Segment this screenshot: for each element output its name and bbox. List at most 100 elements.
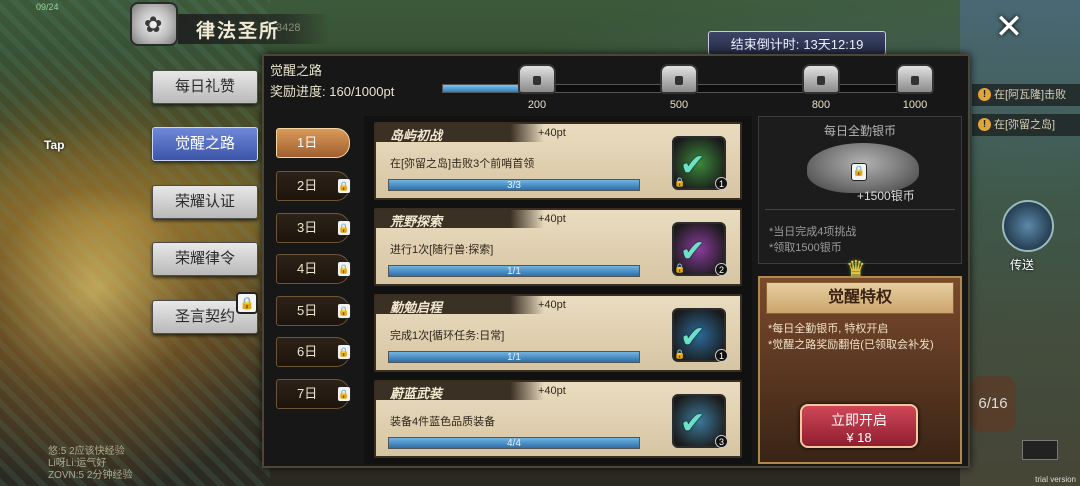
milestone-label: 500 bbox=[669, 99, 689, 111]
reward-count: 3 bbox=[715, 435, 728, 448]
task-progress-bar: 3/3 bbox=[388, 179, 640, 191]
teleport-icon[interactable] bbox=[1002, 200, 1054, 252]
day-tab-1[interactable]: 1日 bbox=[276, 128, 350, 158]
task-points: +40pt bbox=[538, 299, 566, 311]
page-title: 律法圣所 bbox=[196, 21, 281, 42]
lock-icon: 🔒 bbox=[337, 178, 351, 194]
task-description: 装备4件蓝色品质装备 bbox=[390, 416, 496, 428]
countdown-timer: 结束倒计时: 13天12:19 bbox=[708, 31, 886, 55]
task-title: 勤勉启程 bbox=[390, 300, 443, 315]
day-label: 2日 bbox=[297, 178, 318, 193]
chat-line: 悠:5 2应该快经验 bbox=[48, 446, 125, 457]
section-title: 觉醒之路 bbox=[270, 63, 323, 78]
lock-icon: 🔒 bbox=[337, 261, 351, 277]
tap-logo: Tap bbox=[44, 138, 65, 152]
reward-count: 2 bbox=[715, 263, 728, 276]
task-progress-text: 1/1 bbox=[507, 352, 521, 363]
page-counter[interactable]: 6/16 bbox=[970, 376, 1016, 432]
day-label: 5日 bbox=[297, 303, 318, 318]
day-label: 1日 bbox=[297, 135, 318, 150]
task-points: +40pt bbox=[538, 213, 566, 225]
day-tab-7[interactable]: 7日 🔒 bbox=[276, 379, 351, 409]
lock-icon: 🔒 bbox=[674, 349, 686, 359]
lock-icon: 🔒 bbox=[851, 163, 867, 181]
milestone-label: 1000 bbox=[902, 99, 928, 111]
reward-count: 1 bbox=[715, 177, 728, 190]
task-title: 岛屿初战 bbox=[390, 128, 443, 143]
day-tab-5[interactable]: 5日 🔒 bbox=[276, 296, 351, 326]
task-title: 蔚蓝武装 bbox=[390, 386, 443, 401]
silver-chest-icon[interactable] bbox=[802, 64, 840, 94]
activate-now-button[interactable]: 立即开启 ¥ 18 bbox=[800, 404, 918, 448]
chat-line: ZOVN:5 2分钟经验 bbox=[48, 470, 133, 481]
silver-chest-icon[interactable] bbox=[660, 64, 698, 94]
silver-chest-icon[interactable] bbox=[896, 64, 934, 94]
teleport-label: 传送 bbox=[1010, 258, 1035, 272]
task-description: 完成1次[循环任务:日常] bbox=[390, 330, 505, 342]
task-card[interactable]: 荒野探索 +40pt 进行1次[随行兽:探索] 1/1 ✔ 🔒 2 bbox=[374, 208, 742, 286]
task-points: +40pt bbox=[538, 127, 566, 139]
reward-amount: +1500银币 bbox=[857, 189, 915, 203]
crown-icon: ♛ bbox=[846, 256, 866, 281]
checkmark-icon: ✔ bbox=[680, 407, 706, 440]
task-progress-text: 1/1 bbox=[507, 266, 521, 277]
button-label: 立即开启 bbox=[831, 412, 887, 428]
background-number: 3428 bbox=[276, 22, 301, 34]
task-card[interactable]: 勤勉启程 +40pt 完成1次[循环任务:日常] 1/1 ✔ 🔒 1 bbox=[374, 294, 742, 372]
close-icon[interactable]: ✕ bbox=[990, 8, 1028, 46]
quest-notice[interactable]: 在[阿瓦隆]击败 bbox=[972, 84, 1080, 106]
progress-fill bbox=[443, 85, 522, 92]
lock-icon: 🔒 bbox=[236, 292, 258, 314]
quest-notice[interactable]: 在[弥留之岛] bbox=[972, 114, 1080, 136]
lock-icon: 🔒 bbox=[337, 344, 351, 360]
sidebar-item-awakening-road[interactable]: 觉醒之路 bbox=[152, 127, 258, 161]
silver-chest-icon[interactable] bbox=[518, 64, 556, 94]
countdown-value: 13天12:19 bbox=[803, 36, 864, 52]
price-label: ¥ 18 bbox=[846, 430, 872, 445]
day-tab-4[interactable]: 4日 🔒 bbox=[276, 254, 351, 284]
privilege-benefit: *觉醒之路奖励翻倍(已领取会补发) bbox=[768, 339, 934, 351]
countdown-label: 结束倒计时: bbox=[730, 36, 800, 52]
reward-condition: *领取1500银币 bbox=[769, 242, 842, 254]
day-tab-2[interactable]: 2日 🔒 bbox=[276, 171, 351, 201]
task-progress-bar: 1/1 bbox=[388, 265, 640, 277]
sidebar-item-glory-decree[interactable]: 荣耀律令 bbox=[152, 242, 258, 276]
sidebar-item-daily-praise[interactable]: 每日礼赞 bbox=[152, 70, 258, 104]
privilege-benefit: *每日全勤银币, 特权开启 bbox=[768, 323, 889, 335]
chat-log: 悠:5 2应该快经验 Li呀Li:运气好 ZOVN:5 2分钟经验 bbox=[48, 446, 132, 482]
task-progress-bar: 1/1 bbox=[388, 351, 640, 363]
task-title: 荒野探索 bbox=[390, 214, 443, 229]
day-label: 4日 bbox=[297, 261, 318, 276]
daily-silver-reward: 每日全勤银币 🔒 +1500银币 *当日完成4项挑战 *领取1500银币 bbox=[758, 116, 962, 264]
reward-count: 1 bbox=[715, 349, 728, 362]
progress-label-text: 奖励进度: bbox=[270, 84, 326, 99]
task-card[interactable]: 蔚蓝武装 +40pt 装备4件蓝色品质装备 4/4 ✔ 3 bbox=[374, 380, 742, 458]
reward-icon[interactable]: ✔ 🔒 1 bbox=[668, 304, 730, 366]
lock-icon: 🔒 bbox=[674, 177, 686, 187]
sidebar-item-glory-certification[interactable]: 荣耀认证 bbox=[152, 185, 258, 219]
lock-icon: 🔒 bbox=[337, 303, 351, 319]
task-description: 进行1次[随行兽:探索] bbox=[390, 244, 494, 256]
lock-icon: 🔒 bbox=[337, 220, 351, 236]
task-progress-bar: 4/4 bbox=[388, 437, 640, 449]
top-left-info: 09/24 bbox=[36, 2, 59, 12]
mini-toggle[interactable] bbox=[1022, 440, 1058, 460]
reward-icon[interactable]: ✔ 3 bbox=[668, 390, 730, 452]
watermark: trial version bbox=[1035, 475, 1076, 484]
reward-icon[interactable]: ✔ 🔒 2 bbox=[668, 218, 730, 280]
reward-condition: *当日完成4项挑战 bbox=[769, 226, 857, 238]
privilege-title: 觉醒特权 bbox=[766, 282, 954, 314]
progress-value: 160/1000pt bbox=[329, 84, 395, 99]
day-label: 6日 bbox=[297, 344, 318, 359]
day-label: 7日 bbox=[297, 386, 318, 401]
divider bbox=[765, 209, 955, 210]
day-tab-6[interactable]: 6日 🔒 bbox=[276, 337, 351, 367]
lock-icon: 🔒 bbox=[674, 263, 686, 273]
day-tab-3[interactable]: 3日 🔒 bbox=[276, 213, 351, 243]
reward-icon[interactable]: ✔ 🔒 1 bbox=[668, 132, 730, 194]
task-progress-text: 4/4 bbox=[507, 438, 521, 449]
progress-label: 奖励进度: 160/1000pt bbox=[270, 81, 394, 100]
task-card[interactable]: 岛屿初战 +40pt 在[弥留之岛]击败3个前哨首领 3/3 ✔ 🔒 1 bbox=[374, 122, 742, 200]
task-progress-text: 3/3 bbox=[507, 180, 521, 191]
task-points: +40pt bbox=[538, 385, 566, 397]
